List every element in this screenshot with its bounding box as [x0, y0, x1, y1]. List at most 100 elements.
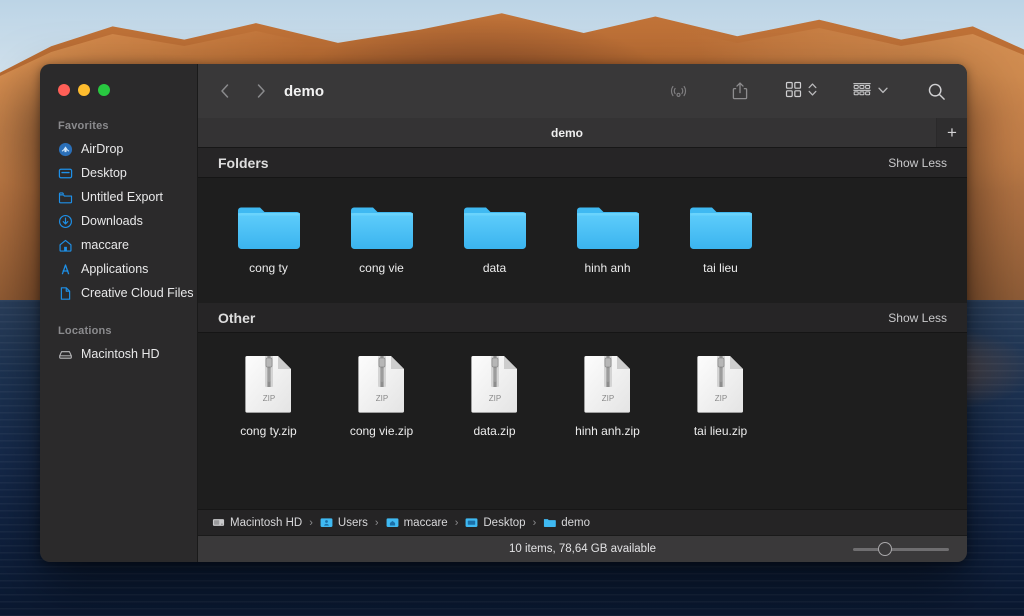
breadcrumb-label: demo: [561, 516, 591, 529]
folder-icon: [689, 200, 752, 250]
folder-item[interactable]: tai lieu: [664, 200, 777, 275]
zip-file-item[interactable]: ZIP cong ty.zip: [212, 355, 325, 438]
status-text: 10 items, 78,64 GB available: [508, 543, 657, 555]
desktop-folder-icon: [465, 516, 478, 529]
zip-file-item[interactable]: ZIP tai lieu.zip: [664, 355, 777, 438]
zip-file-icon: ZIP: [470, 355, 519, 413]
folders-grid: cong ty cong vie data hinh anh tai lieu: [198, 178, 967, 275]
forward-button[interactable]: [248, 78, 274, 104]
sidebar-item-airdrop[interactable]: AirDrop: [40, 137, 197, 161]
slider-knob[interactable]: [877, 542, 892, 556]
folder-item[interactable]: cong ty: [212, 200, 325, 275]
folder-item[interactable]: hinh anh: [551, 200, 664, 275]
sidebar-item-maccare[interactable]: maccare: [40, 233, 197, 257]
status-bar: 10 items, 78,64 GB available: [198, 535, 967, 562]
zip-file-item[interactable]: ZIP data.zip: [438, 355, 551, 438]
main-panel: demo demo + Folders Show Less cong ty co…: [198, 64, 967, 562]
tab-label: demo: [550, 125, 583, 140]
chevron-down-icon: [877, 84, 889, 99]
breadcrumb-users[interactable]: Users: [320, 516, 368, 529]
window-title: demo: [284, 82, 325, 100]
zip-file-icon: ZIP: [696, 355, 745, 413]
folder-label: data: [482, 261, 507, 275]
home-icon: [58, 238, 73, 253]
show-less-link-folders[interactable]: Show Less: [888, 156, 947, 170]
breadcrumb-separator: ›: [309, 516, 313, 529]
breadcrumb-label: Desktop: [483, 516, 526, 529]
sidebar-item-downloads[interactable]: Downloads: [40, 209, 197, 233]
plus-icon: +: [947, 122, 957, 142]
zip-file-label: hinh anh.zip: [575, 424, 640, 438]
folder-icon: [237, 200, 300, 250]
zip-file-label: cong ty.zip: [240, 424, 297, 438]
section-header-other: Other Show Less: [198, 303, 967, 333]
folder-icon: [463, 200, 526, 250]
downloads-icon: [58, 214, 73, 229]
tab-demo[interactable]: demo: [198, 118, 937, 147]
zoom-button[interactable]: [98, 84, 110, 96]
new-tab-button[interactable]: +: [937, 118, 967, 147]
users-folder-icon: [320, 516, 333, 529]
folder-icon: [543, 516, 557, 529]
breadcrumb-maccare[interactable]: maccare: [386, 516, 448, 529]
section-title: Other: [218, 309, 256, 326]
back-button[interactable]: [212, 78, 238, 104]
zip-file-icon: ZIP: [583, 355, 632, 413]
breadcrumb-desktop[interactable]: Desktop: [465, 516, 526, 529]
breadcrumb-demo[interactable]: demo: [543, 516, 590, 529]
section-header-folders: Folders Show Less: [198, 148, 967, 178]
sidebar-item-desktop[interactable]: Desktop: [40, 161, 197, 185]
view-mode-control[interactable]: [785, 81, 818, 101]
harddisk-icon: [58, 347, 73, 362]
svg-text:ZIP: ZIP: [601, 394, 613, 403]
zip-files-grid: ZIP cong ty.zip ZIP cong vie.zip ZIP dat…: [198, 333, 967, 438]
show-less-link-other[interactable]: Show Less: [888, 311, 947, 325]
breadcrumb-separator: ›: [374, 516, 379, 529]
sidebar-item-label: Creative Cloud Files: [81, 286, 194, 300]
close-button[interactable]: [58, 84, 70, 96]
sidebar-item-untitled-export[interactable]: Untitled Export: [40, 185, 197, 209]
breadcrumb-separator: ›: [532, 516, 537, 529]
group-by-control[interactable]: [852, 81, 889, 101]
tab-bar: demo +: [198, 118, 967, 148]
sidebar-item-label: AirDrop: [81, 142, 124, 156]
sidebar-item-creative-cloud-files[interactable]: Creative Cloud Files: [40, 281, 197, 305]
folder-icon: [58, 190, 73, 205]
folder-item[interactable]: cong vie: [325, 200, 438, 275]
zip-file-item[interactable]: ZIP cong vie.zip: [325, 355, 438, 438]
icon-size-slider[interactable]: [853, 542, 949, 556]
finder-window: Favorites AirDrop Desktop Untitled Expor…: [40, 64, 967, 562]
zip-file-icon: ZIP: [357, 355, 406, 413]
folder-icon: [350, 200, 413, 250]
breadcrumb-macintosh-hd[interactable]: Macintosh HD: [212, 516, 302, 529]
section-title: Folders: [218, 154, 269, 171]
airdrop-button[interactable]: [661, 77, 695, 105]
sidebar-item-macintosh-hd[interactable]: Macintosh HD: [40, 342, 197, 366]
search-button[interactable]: [919, 77, 953, 105]
applications-icon: [58, 262, 73, 277]
desktop-icon: [58, 166, 73, 181]
sidebar-item-label: Downloads: [81, 214, 143, 228]
sidebar-item-label: Applications: [81, 262, 149, 276]
path-bar: Macintosh HD › Users › maccare › Desktop…: [198, 509, 967, 535]
svg-text:ZIP: ZIP: [262, 394, 274, 403]
zip-file-icon: ZIP: [244, 355, 293, 413]
minimize-button[interactable]: [78, 84, 90, 96]
share-button[interactable]: [723, 77, 757, 105]
chevron-updown-icon: [807, 81, 818, 101]
sidebar-item-label: maccare: [81, 238, 129, 252]
folder-label: hinh anh: [584, 261, 631, 275]
sidebar-group-locations-title: Locations: [58, 325, 112, 337]
slider-track: [853, 547, 949, 551]
folder-label: cong ty: [249, 261, 288, 275]
grid-view-icon: [785, 81, 802, 101]
breadcrumb-label: maccare: [403, 516, 448, 529]
zip-file-item[interactable]: ZIP hinh anh.zip: [551, 355, 664, 438]
folder-item[interactable]: data: [438, 200, 551, 275]
breadcrumb-label: Users: [337, 516, 368, 529]
sidebar-group-favorites-title: Favorites: [58, 120, 109, 132]
sidebar-item-applications[interactable]: Applications: [40, 257, 197, 281]
svg-text:ZIP: ZIP: [375, 394, 387, 403]
other-section-body: ZIP cong ty.zip ZIP cong vie.zip ZIP dat…: [198, 333, 967, 509]
zip-file-label: data.zip: [473, 424, 516, 438]
